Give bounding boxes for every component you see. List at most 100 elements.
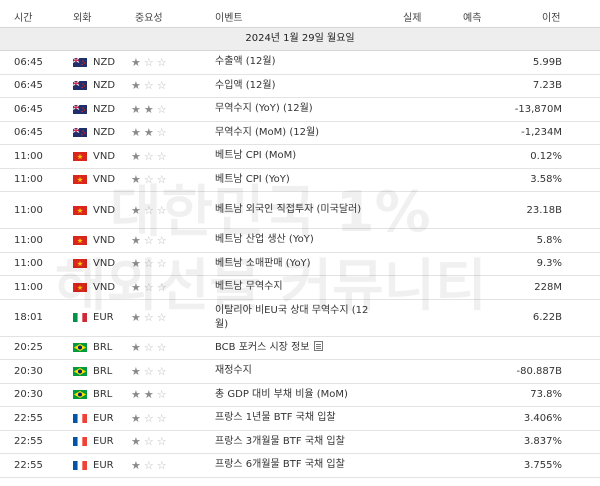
star-empty-icon: ☆	[143, 311, 157, 324]
table-row[interactable]: 22:55 EUR ★ ☆ ☆ 프랑스 1년물 BTF 국채 입찰 3.406%	[0, 407, 600, 431]
table-row[interactable]: 06:45 NZD ★ ★ ☆ 무역수지 (MoM) (12월) -1,234M	[0, 121, 600, 145]
previous-value: 3.58%	[530, 174, 562, 186]
star-empty-icon: ☆	[156, 388, 170, 402]
event-name[interactable]: 베트남 소매판매 (YoY)	[215, 258, 311, 269]
table-row[interactable]: 22:55 EUR ★ ☆ ☆ 프랑스 6개월물 BTF 국채 입찰 3.755%	[0, 454, 600, 478]
event-name[interactable]: 베트남 산업 생산 (YoY)	[215, 234, 314, 245]
header-actual[interactable]: 실제	[403, 9, 421, 24]
event-name[interactable]: 베트남 외국인 직접투자 (미국달러)	[215, 204, 361, 215]
event-name[interactable]: 총 GDP 대비 부채 비율 (MoM)	[215, 389, 348, 400]
header-previous[interactable]: 이전	[542, 9, 560, 24]
event-name-cell[interactable]: BCB 포커스 시장 정보	[215, 337, 373, 360]
importance-stars: ★ ☆ ☆	[131, 51, 191, 74]
event-name-cell[interactable]: 베트남 소매판매 (YoY)	[215, 253, 373, 276]
star-filled-icon: ★	[131, 257, 144, 271]
event-time: 06:45	[14, 127, 43, 139]
table-row[interactable]: 06:45 NZD ★ ☆ ☆ 수입액 (12월) 7.23B	[0, 74, 600, 98]
table-row[interactable]: 11:00 VND ★ ☆ ☆ 베트남 외국인 직접투자 (미국달러) 23.18B	[0, 192, 600, 229]
table-row[interactable]: 11:00 VND ★ ☆ ☆ 베트남 산업 생산 (YoY) 5.8%	[0, 229, 600, 253]
event-name[interactable]: 프랑스 1년물 BTF 국채 입찰	[215, 412, 336, 423]
header-importance[interactable]: 중요성	[135, 9, 163, 24]
document-icon[interactable]	[314, 340, 324, 351]
star-empty-icon: ☆	[143, 280, 157, 294]
table-row[interactable]: 11:00 VND ★ ☆ ☆ 베트남 소매판매 (YoY) 9.3%	[0, 252, 600, 276]
event-time: 11:00	[14, 150, 43, 162]
importance-stars: ★ ★ ☆	[131, 98, 191, 121]
currency-cell: EUR	[73, 300, 133, 336]
nz-flag-icon	[73, 128, 87, 138]
header-currency[interactable]: 외화	[73, 9, 91, 24]
event-name-cell[interactable]: 베트남 CPI (MoM)	[215, 145, 373, 168]
table-row[interactable]: 11:00 VND ★ ☆ ☆ 베트남 CPI (YoY) 3.58%	[0, 168, 600, 192]
event-name[interactable]: 이탈리아 비EU국 상대 무역수지 (12월)	[215, 305, 368, 330]
event-name-cell[interactable]: 수입액 (12월)	[215, 75, 373, 98]
event-name[interactable]: 무역수지 (MoM) (12월)	[215, 127, 319, 138]
star-filled-icon: ★	[131, 364, 144, 378]
event-name-cell[interactable]: 재정수지	[215, 360, 373, 383]
event-name-cell[interactable]: 프랑스 6개월물 BTF 국채 입찰	[215, 454, 373, 477]
header-forecast[interactable]: 예측	[463, 9, 481, 24]
event-name[interactable]: 수입액 (12월)	[215, 80, 276, 91]
previous-value: 3.837%	[523, 436, 562, 448]
header-time[interactable]: 시간	[14, 9, 32, 24]
previous-value: 3.755%	[523, 459, 562, 471]
event-name[interactable]: 재정수지	[215, 365, 252, 376]
star-empty-icon: ☆	[156, 173, 170, 187]
star-empty-icon: ☆	[156, 435, 170, 449]
event-time: 11:00	[14, 174, 43, 186]
star-filled-icon: ★	[131, 435, 144, 449]
event-name[interactable]: 프랑스 3개월물 BTF 국채 입찰	[215, 436, 345, 447]
event-name-cell[interactable]: 수출액 (12월)	[215, 51, 373, 74]
event-name-cell[interactable]: 프랑스 3개월물 BTF 국채 입찰	[215, 431, 373, 454]
star-empty-icon: ☆	[143, 173, 157, 187]
previous-value: 7.23B	[532, 80, 562, 92]
table-row[interactable]: 11:00 VND ★ ☆ ☆ 베트남 CPI (MoM) 0.12%	[0, 145, 600, 169]
event-name-cell[interactable]: 무역수지 (YoY) (12월)	[215, 98, 373, 121]
event-name[interactable]: 베트남 CPI (YoY)	[215, 174, 290, 185]
event-name-cell[interactable]: 베트남 무역수지	[215, 276, 373, 299]
event-name[interactable]: 무역수지 (YoY) (12월)	[215, 103, 313, 114]
header-event[interactable]: 이벤트	[215, 9, 243, 24]
table-row[interactable]: 18:01 EUR ★ ☆ ☆ 이탈리아 비EU국 상대 무역수지 (12월) 6.22B	[0, 299, 600, 337]
event-name[interactable]: 베트남 무역수지	[215, 281, 283, 292]
currency-cell: BRL	[73, 360, 133, 383]
previous-value: 3.406%	[523, 412, 562, 424]
table-row[interactable]: 06:45 NZD ★ ☆ ☆ 수출액 (12월) 5.99B	[0, 51, 600, 75]
event-name[interactable]: BCB 포커스 시장 정보	[215, 342, 309, 353]
star-filled-icon: ★	[131, 79, 144, 93]
previous-value: 73.8%	[530, 389, 562, 401]
star-filled-icon: ★	[131, 388, 144, 402]
table-row[interactable]: 06:45 NZD ★ ★ ☆ 무역수지 (YoY) (12월) -13,870M	[0, 98, 600, 122]
star-empty-icon: ☆	[143, 257, 157, 271]
event-name-cell[interactable]: 베트남 외국인 직접투자 (미국달러)	[215, 192, 373, 228]
event-name-cell[interactable]: 이탈리아 비EU국 상대 무역수지 (12월)	[215, 300, 373, 336]
vn-flag-icon	[73, 205, 87, 215]
previous-value: -1,234M	[521, 127, 562, 139]
event-name-cell[interactable]: 프랑스 1년물 BTF 국채 입찰	[215, 407, 373, 430]
table-row[interactable]: 20:30 BRL ★ ★ ☆ 총 GDP 대비 부채 비율 (MoM) 73.8%	[0, 383, 600, 407]
table-row[interactable]: 20:25 BRL ★ ☆ ☆ BCB 포커스 시장 정보	[0, 336, 600, 360]
currency-code: EUR	[93, 312, 114, 323]
event-time: 11:00	[14, 234, 43, 246]
event-name[interactable]: 베트남 CPI (MoM)	[215, 150, 296, 161]
currency-code: BRL	[93, 365, 113, 377]
table-row[interactable]: 11:00 VND ★ ☆ ☆ 베트남 무역수지 228M	[0, 276, 600, 300]
event-name[interactable]: 프랑스 6개월물 BTF 국채 입찰	[215, 459, 345, 470]
currency-cell: BRL	[73, 337, 133, 360]
vn-flag-icon	[73, 259, 87, 269]
star-filled-icon: ★	[131, 173, 144, 187]
event-name-cell[interactable]: 총 GDP 대비 부채 비율 (MoM)	[215, 384, 373, 407]
event-name-cell[interactable]: 베트남 산업 생산 (YoY)	[215, 229, 373, 252]
it-flag-icon	[73, 313, 87, 322]
table-row[interactable]: 22:55 EUR ★ ☆ ☆ 프랑스 3개월물 BTF 국채 입찰 3.837%	[0, 430, 600, 454]
table-row[interactable]: 20:30 BRL ★ ☆ ☆ 재정수지 -80.887B	[0, 360, 600, 384]
event-name-cell[interactable]: 베트남 CPI (YoY)	[215, 169, 373, 192]
event-time: 22:55	[14, 436, 43, 448]
event-name-cell[interactable]: 무역수지 (MoM) (12월)	[215, 122, 373, 145]
currency-code: NZD	[93, 103, 116, 115]
event-name[interactable]: 수출액 (12월)	[215, 56, 276, 67]
currency-cell: VND	[73, 145, 133, 168]
importance-stars: ★ ☆ ☆	[131, 276, 191, 299]
star-filled-icon: ★	[143, 388, 157, 402]
star-filled-icon: ★	[131, 280, 144, 294]
